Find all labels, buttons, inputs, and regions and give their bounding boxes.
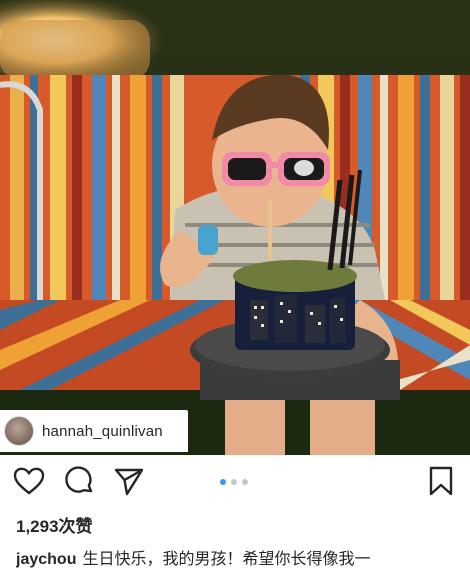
- bookmark-icon[interactable]: [424, 464, 458, 498]
- carousel-dot[interactable]: [242, 479, 248, 485]
- action-bar: [0, 458, 470, 508]
- carousel-dot[interactable]: [231, 479, 237, 485]
- post-caption: jaychou 生日快乐，我的男孩！希望你长得像我一: [16, 545, 466, 569]
- caption-author[interactable]: jaychou: [16, 551, 76, 568]
- carousel-indicator: [220, 479, 248, 485]
- send-icon[interactable]: [112, 464, 146, 498]
- post-photo[interactable]: hannah_quinlivan: [0, 0, 470, 455]
- likes-count[interactable]: 1,293次赞: [16, 512, 93, 537]
- heart-icon[interactable]: [12, 464, 46, 498]
- post-author-tag[interactable]: hannah_quinlivan: [0, 410, 188, 452]
- comment-icon[interactable]: [62, 464, 96, 498]
- caption-text: 生日快乐，我的男孩！希望你长得像我一: [82, 551, 371, 568]
- carousel-dot[interactable]: [220, 479, 226, 485]
- author-username[interactable]: hannah_quinlivan: [42, 423, 163, 440]
- avatar[interactable]: [4, 416, 34, 446]
